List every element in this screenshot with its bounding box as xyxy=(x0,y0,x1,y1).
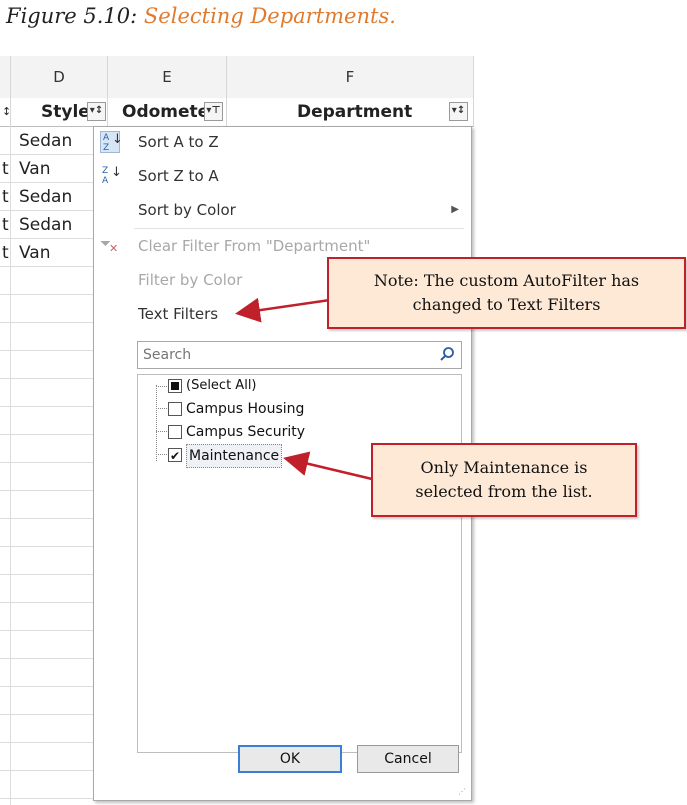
note-arrow xyxy=(235,297,331,323)
maintenance-callout-line-1: Only Maintenance is xyxy=(420,458,588,477)
maintenance-arrow xyxy=(283,451,373,481)
maintenance-callout: Only Maintenance is selected from the li… xyxy=(371,443,637,517)
maintenance-callout-line-2: selected from the list. xyxy=(415,482,593,501)
note-callout: Note: The custom AutoFilter has changed … xyxy=(327,257,686,329)
note-callout-line-1: Note: The custom AutoFilter has xyxy=(373,271,640,290)
callout-arrows xyxy=(235,297,373,481)
note-callout-line-2: changed to Text Filters xyxy=(412,295,601,314)
